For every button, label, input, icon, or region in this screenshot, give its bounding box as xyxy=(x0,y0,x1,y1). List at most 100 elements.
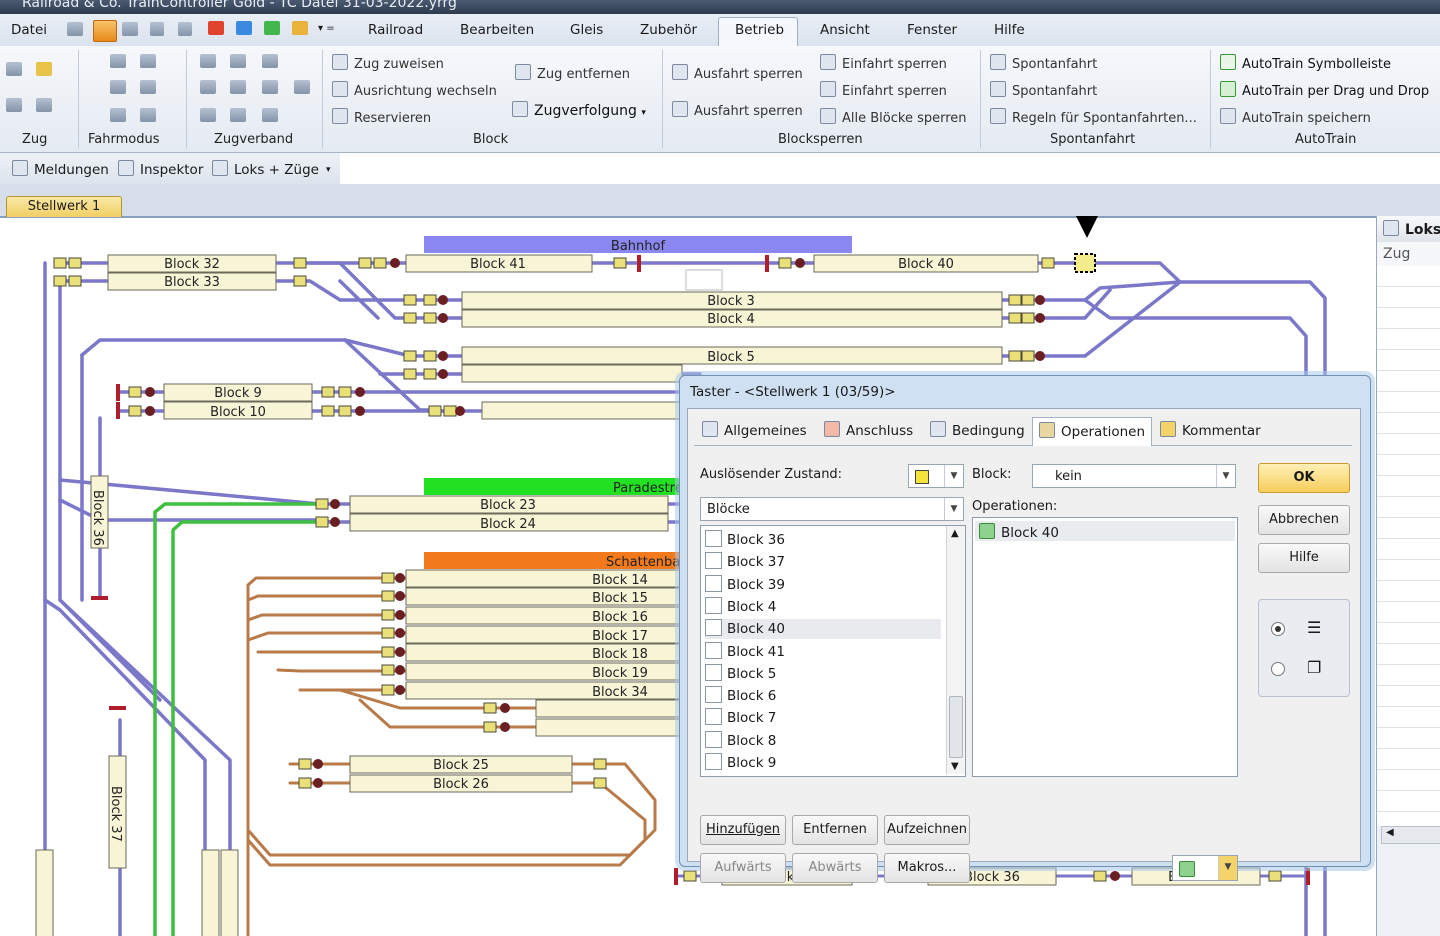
block-list-item[interactable]: Block 41 xyxy=(705,641,941,662)
block-select[interactable]: kein ▼ xyxy=(1032,464,1236,488)
block-list-item[interactable]: Block 6 xyxy=(705,686,941,706)
key-icon[interactable] xyxy=(36,62,52,76)
block-list-item[interactable]: Block 39 xyxy=(705,574,941,595)
signal-marker[interactable] xyxy=(483,702,497,714)
consist-icon[interactable] xyxy=(230,80,246,94)
signal-light[interactable] xyxy=(395,685,405,695)
signal-marker[interactable] xyxy=(315,498,329,510)
signal-light[interactable] xyxy=(795,258,805,268)
block-list-item[interactable]: Block 7 xyxy=(705,708,941,728)
trigger-state-select[interactable]: ▼ xyxy=(908,464,964,488)
menu-bearbeiten[interactable]: Bearbeiten xyxy=(460,22,534,38)
signal-marker[interactable] xyxy=(1008,350,1022,362)
tab-kommentar[interactable]: Kommentar xyxy=(1154,417,1267,445)
signal-marker[interactable] xyxy=(381,646,395,658)
signal-marker[interactable] xyxy=(1021,350,1035,362)
signal-light[interactable] xyxy=(330,517,340,527)
signal-marker[interactable] xyxy=(53,257,67,269)
signal-marker[interactable] xyxy=(403,350,417,362)
signal-light[interactable] xyxy=(438,369,448,379)
signal-light[interactable] xyxy=(1035,295,1045,305)
signal-light[interactable] xyxy=(455,406,465,416)
signal-light[interactable] xyxy=(1035,313,1045,323)
signal-light[interactable] xyxy=(355,406,365,416)
signal-marker[interactable] xyxy=(321,386,335,398)
checkbox[interactable] xyxy=(705,641,722,659)
signal-marker[interactable] xyxy=(1093,870,1107,882)
checkbox[interactable] xyxy=(705,686,722,704)
zug-entfernen-button[interactable]: Zug entfernen xyxy=(515,64,630,82)
signal-marker[interactable] xyxy=(1268,870,1282,882)
consist-icon[interactable] xyxy=(200,54,216,68)
signal-marker[interactable] xyxy=(403,312,417,324)
loks-zuege-button[interactable]: Loks + Züge xyxy=(212,160,319,178)
operation-type-select[interactable]: ▼ xyxy=(1172,855,1238,881)
save-icon[interactable] xyxy=(67,22,83,36)
mode-icon[interactable] xyxy=(110,54,126,68)
signal-marker[interactable] xyxy=(1041,257,1055,269)
signal-marker[interactable] xyxy=(381,627,395,639)
loks-list[interactable] xyxy=(1377,266,1440,826)
tab-allgemeines[interactable]: Allgemeines xyxy=(696,417,813,445)
freeze-icon[interactable] xyxy=(236,21,252,35)
radio-list-view[interactable] xyxy=(1271,622,1285,636)
signal-marker[interactable] xyxy=(321,405,335,417)
aufzeichnen-button[interactable]: Aufzeichnen xyxy=(884,815,970,845)
signal-light[interactable] xyxy=(395,573,405,583)
abwaerts-button[interactable]: Abwärts xyxy=(792,853,878,883)
horizontal-scrollbar[interactable]: ◀ xyxy=(1381,826,1440,844)
signal-marker[interactable] xyxy=(403,368,417,380)
signal-marker[interactable] xyxy=(1008,294,1022,306)
mode-icon[interactable] xyxy=(110,80,126,94)
block-list-item[interactable]: Block 9 xyxy=(705,753,941,773)
signal-light[interactable] xyxy=(395,591,405,601)
block-list-item[interactable]: Block 4 xyxy=(705,596,941,617)
tab-operationen[interactable]: Operationen xyxy=(1032,417,1153,446)
tab-stellwerk-1[interactable]: Stellwerk 1 xyxy=(6,196,122,217)
signal-marker[interactable] xyxy=(358,257,372,269)
checkbox[interactable] xyxy=(705,574,722,592)
checkbox[interactable] xyxy=(705,596,722,614)
aufwaerts-button[interactable]: Aufwärts xyxy=(700,853,786,883)
ok-button[interactable]: OK xyxy=(1258,463,1350,493)
signal-light[interactable] xyxy=(438,295,448,305)
operation-item[interactable]: Block 40 xyxy=(975,521,1235,541)
hilfe-button[interactable]: Hilfe xyxy=(1258,543,1350,573)
signal-light[interactable] xyxy=(395,628,405,638)
inspektor-button[interactable]: Inspektor xyxy=(118,160,203,178)
signal-light[interactable] xyxy=(313,759,323,769)
signal-light[interactable] xyxy=(1110,871,1120,881)
signal-marker[interactable] xyxy=(381,684,395,696)
spontanfahrt-button-2[interactable]: Spontanfahrt xyxy=(990,81,1097,99)
checkbox[interactable] xyxy=(705,753,722,770)
signal-marker[interactable] xyxy=(778,257,792,269)
alle-bloecke-sperren-button[interactable]: Alle Blöcke sperren xyxy=(820,108,967,126)
zugverfolgung-button[interactable]: Zugverfolgung ▾ xyxy=(512,101,646,119)
regeln-spontanfahrten-button[interactable]: Regeln für Spontanfahrten... xyxy=(990,108,1197,126)
undo-icon[interactable] xyxy=(150,22,164,36)
category-select[interactable]: Blöcke ▼ xyxy=(700,497,964,521)
checkbox[interactable] xyxy=(705,530,722,547)
go-icon[interactable] xyxy=(264,21,280,35)
signal-marker[interactable] xyxy=(293,257,307,269)
menu-betrieb[interactable]: Betrieb xyxy=(735,22,784,38)
signal-light[interactable] xyxy=(500,703,510,713)
signal-marker[interactable] xyxy=(423,312,437,324)
menu-hilfe[interactable]: Hilfe xyxy=(994,22,1025,38)
checkbox[interactable] xyxy=(705,730,722,748)
mode-icon[interactable] xyxy=(140,54,156,68)
ausfahrt-sperren-button[interactable]: Ausfahrt sperren xyxy=(672,64,803,82)
signal-marker[interactable] xyxy=(338,405,352,417)
signal-light[interactable] xyxy=(313,778,323,788)
signal-marker[interactable] xyxy=(298,758,312,770)
signal-marker[interactable] xyxy=(423,294,437,306)
couple-icon[interactable] xyxy=(6,98,22,112)
signal-marker[interactable] xyxy=(293,275,307,287)
tab-anschluss[interactable]: Anschluss xyxy=(818,417,919,445)
meldungen-button[interactable]: Meldungen xyxy=(12,160,109,178)
wand-icon[interactable] xyxy=(36,98,52,112)
train-icon[interactable] xyxy=(6,62,22,76)
consist-icon[interactable] xyxy=(294,80,310,94)
mode-icon[interactable] xyxy=(140,80,156,94)
signal-light[interactable] xyxy=(355,387,365,397)
